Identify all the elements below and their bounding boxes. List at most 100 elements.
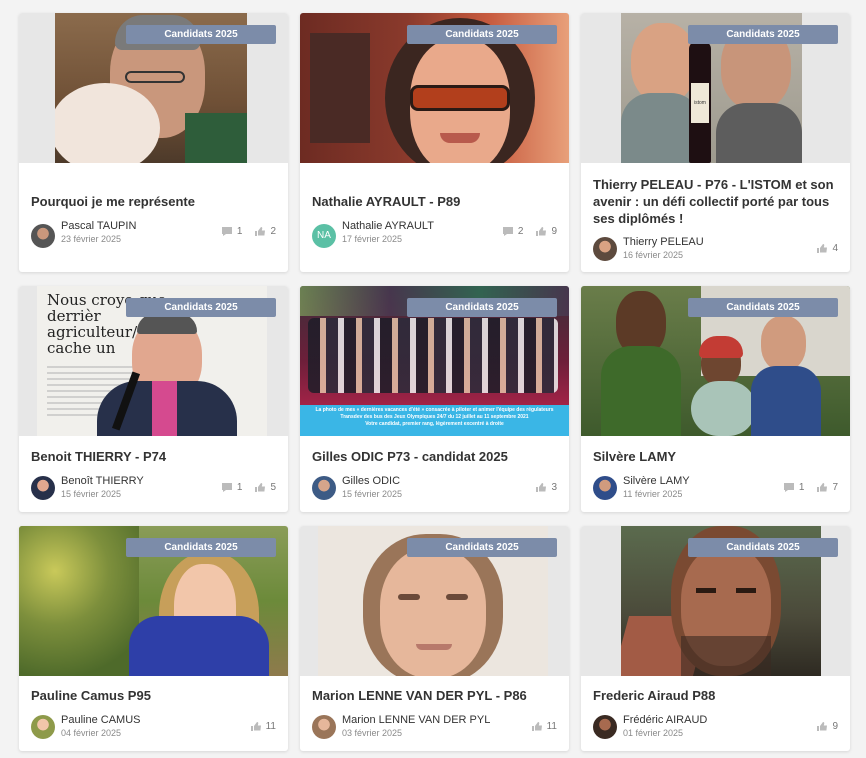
post-card[interactable]: istom Candidats 2025 Thierry PELEAU - P7…: [581, 13, 850, 272]
category-badge[interactable]: Candidats 2025: [126, 25, 276, 44]
post-date: 11 février 2025: [623, 489, 683, 499]
author-avatar[interactable]: [31, 476, 55, 500]
thumbs-up-icon[interactable]: [250, 721, 262, 732]
post-image: Candidats 2025: [300, 526, 569, 676]
post-title[interactable]: Pauline Camus P95: [31, 687, 274, 704]
post-title[interactable]: Silvère LAMY: [593, 448, 836, 465]
comment-count: 1: [798, 482, 805, 493]
post-card[interactable]: Nous croyo que derrièr agriculteur/t se …: [19, 286, 288, 512]
author-avatar[interactable]: [31, 715, 55, 739]
post-title[interactable]: Marion LENNE VAN DER PYL - P86: [312, 687, 555, 704]
post-stats: 9: [816, 721, 838, 732]
post-stats: 4: [816, 243, 838, 254]
post-date: 15 février 2025: [61, 489, 122, 499]
post-card[interactable]: La photo de mes « dernières vacances d'é…: [300, 286, 569, 512]
post-date: 17 février 2025: [342, 234, 403, 244]
like-count: 11: [546, 721, 557, 732]
post-card[interactable]: Candidats 2025 Pauline Camus P95 Pauline…: [19, 526, 288, 751]
like-count: 9: [832, 721, 838, 732]
category-badge[interactable]: Candidats 2025: [407, 298, 557, 317]
post-title[interactable]: Frederic Airaud P88: [593, 687, 836, 704]
author-avatar[interactable]: [593, 715, 617, 739]
post-date: 23 février 2025: [61, 234, 122, 244]
category-badge[interactable]: Candidats 2025: [126, 298, 276, 317]
category-badge[interactable]: Candidats 2025: [688, 298, 838, 317]
author-name[interactable]: Pascal TAUPIN: [61, 220, 136, 232]
like-count: 3: [551, 482, 557, 493]
comment-icon: [221, 227, 232, 236]
post-title[interactable]: Pourquoi je me représente: [31, 193, 274, 210]
author-name[interactable]: Nathalie AYRAULT: [342, 220, 434, 232]
like-count: 4: [832, 243, 838, 254]
author-name[interactable]: Marion LENNE VAN DER PYL: [342, 714, 490, 726]
author-avatar[interactable]: [312, 715, 336, 739]
thumbs-up-icon[interactable]: [816, 243, 828, 254]
author-avatar[interactable]: [593, 237, 617, 261]
author-avatar[interactable]: [312, 476, 336, 500]
caption-subtext: Votre candidat, premier rang, légèrement…: [365, 421, 504, 427]
post-stats: 11: [531, 721, 557, 732]
author-name[interactable]: Silvère LAMY: [623, 475, 690, 487]
author-name[interactable]: Benoît THIERRY: [61, 475, 144, 487]
post-stats: 2 9: [502, 226, 557, 237]
thumbs-up-icon[interactable]: [254, 226, 266, 237]
author-name[interactable]: Frédéric AIRAUD: [623, 714, 707, 726]
post-card[interactable]: Candidats 2025 Silvère LAMY Silvère LAMY…: [581, 286, 850, 512]
post-date: 03 février 2025: [342, 728, 403, 738]
post-image: Candidats 2025: [300, 13, 569, 163]
category-badge[interactable]: Candidats 2025: [688, 25, 838, 44]
wine-label: istom: [691, 83, 709, 123]
post-card[interactable]: Candidats 2025 Pourquoi je me représente…: [19, 13, 288, 272]
comment-icon: [502, 227, 513, 236]
comment-count: 1: [236, 482, 243, 493]
post-date: 04 février 2025: [61, 728, 122, 738]
post-date: 01 février 2025: [623, 728, 684, 738]
post-date: 16 février 2025: [623, 250, 684, 260]
post-image: Candidats 2025: [581, 286, 850, 436]
category-badge[interactable]: Candidats 2025: [407, 25, 557, 44]
post-stats: 1 7: [783, 482, 838, 493]
thumbs-up-icon[interactable]: [816, 482, 828, 493]
thumbs-up-icon[interactable]: [254, 482, 266, 493]
author-name[interactable]: Thierry PELEAU: [623, 236, 704, 248]
post-card[interactable]: Candidats 2025 Frederic Airaud P88 Frédé…: [581, 526, 850, 751]
post-card[interactable]: Candidats 2025 Nathalie AYRAULT - P89 NA…: [300, 13, 569, 272]
post-image: Candidats 2025: [19, 526, 288, 676]
post-title[interactable]: Benoit THIERRY - P74: [31, 448, 274, 465]
comment-icon: [221, 483, 232, 492]
post-image: Candidats 2025: [19, 13, 288, 163]
category-badge[interactable]: Candidats 2025: [688, 538, 838, 557]
author-name[interactable]: Gilles ODIC: [342, 475, 400, 487]
caption-text: La photo de mes « dernières vacances d'é…: [315, 407, 554, 420]
category-badge[interactable]: Candidats 2025: [126, 538, 276, 557]
post-stats: 1 5: [221, 482, 276, 493]
thumbs-up-icon[interactable]: [535, 482, 547, 493]
comment-count: 1: [236, 226, 243, 237]
thumbs-up-icon[interactable]: [531, 721, 543, 732]
like-count: 5: [270, 482, 276, 493]
comment-count: 2: [517, 226, 524, 237]
post-card[interactable]: Candidats 2025 Marion LENNE VAN DER PYL …: [300, 526, 569, 751]
like-count: 11: [265, 721, 276, 732]
post-image: Nous croyo que derrièr agriculteur/t se …: [19, 286, 288, 436]
post-date: 15 février 2025: [342, 489, 403, 499]
post-stats: 11: [250, 721, 276, 732]
thumbs-up-icon[interactable]: [816, 721, 828, 732]
post-title[interactable]: Gilles ODIC P73 - candidat 2025: [312, 448, 555, 465]
comment-icon: [783, 483, 794, 492]
like-count: 9: [551, 226, 557, 237]
post-image: istom Candidats 2025: [581, 13, 850, 163]
post-title[interactable]: Thierry PELEAU - P76 - L'ISTOM et son av…: [593, 176, 836, 227]
author-avatar[interactable]: [31, 224, 55, 248]
thumbs-up-icon[interactable]: [535, 226, 547, 237]
post-image: La photo de mes « dernières vacances d'é…: [300, 286, 569, 436]
post-stats: 3: [535, 482, 557, 493]
author-name[interactable]: Pauline CAMUS: [61, 714, 140, 726]
post-title[interactable]: Nathalie AYRAULT - P89: [312, 193, 555, 210]
author-avatar[interactable]: [593, 476, 617, 500]
like-count: 7: [832, 482, 838, 493]
post-image: Candidats 2025: [581, 526, 850, 676]
like-count: 2: [270, 226, 276, 237]
category-badge[interactable]: Candidats 2025: [407, 538, 557, 557]
author-avatar[interactable]: NA: [312, 224, 336, 248]
